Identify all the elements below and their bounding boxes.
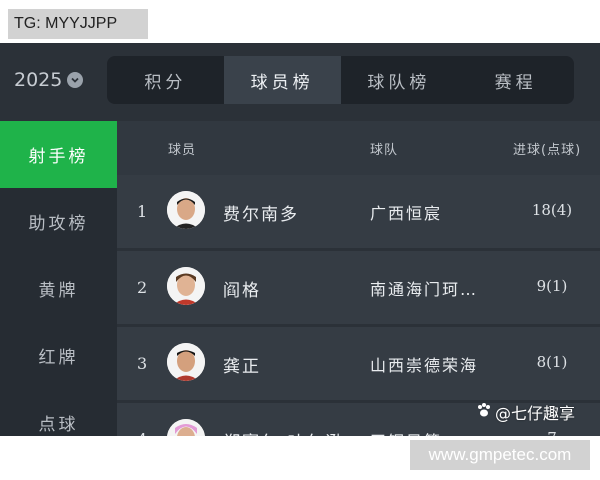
table-row[interactable]: 1 费尔南多 广西恒宸 18(4): [117, 175, 600, 251]
table-header: 球员 球队 进球(点球): [117, 121, 600, 175]
column-header-goals: 进球(点球): [513, 143, 582, 158]
avatar: [167, 419, 205, 436]
sidebar-item-yellow-cards[interactable]: 黄牌: [0, 255, 117, 322]
tab-standings[interactable]: 积分: [107, 56, 224, 104]
player-name: 龚正: [223, 357, 261, 377]
paw-icon: [476, 402, 492, 422]
sidebar-item-red-cards[interactable]: 红牌: [0, 322, 117, 389]
main-tabs: 积分 球员榜 球队榜 赛程: [107, 56, 574, 104]
avatar: [167, 267, 205, 305]
top-bar: 2025 积分 球员榜 球队榜 赛程: [0, 43, 600, 121]
tab-player-rankings[interactable]: 球员榜: [223, 56, 341, 104]
year-label: 2025: [14, 69, 63, 91]
player-team: 天钢风筝: [370, 428, 495, 436]
player-team: 南通海门珂…: [370, 280, 479, 299]
rank-number: 4: [137, 430, 147, 436]
player-team: 广西恒宸: [370, 204, 443, 223]
sidebar-item-penalties[interactable]: 点球: [0, 389, 117, 436]
sidebar-item-assists[interactable]: 助攻榜: [0, 188, 117, 255]
year-selector[interactable]: 2025: [14, 69, 84, 91]
url-label: www.gmpetec.com: [410, 440, 590, 470]
player-name: 阎格: [223, 281, 261, 301]
tab-schedule[interactable]: 赛程: [457, 56, 574, 104]
rank-number: 3: [137, 354, 148, 373]
app-window: 2025 积分 球员榜 球队榜 赛程 射手榜 助攻榜 黄牌 红牌 点球 球员 球…: [0, 43, 600, 436]
goals-count: 8(1): [536, 353, 568, 371]
ranking-table: 球员 球队 进球(点球) 1 费尔南多 广西恒宸 18(4) 2 阎格 南通海门…: [117, 121, 600, 436]
player-name: 费尔南多: [223, 205, 299, 225]
tab-team-rankings[interactable]: 球队榜: [341, 56, 458, 104]
player-name: 郑赛尔·叶尔逊: [223, 428, 344, 436]
table-row[interactable]: 3 龚正 山西崇德荣海 8(1): [117, 327, 600, 403]
avatar: [167, 191, 205, 229]
rank-number: 2: [137, 278, 148, 297]
watermark: @七仔趣享: [476, 400, 575, 424]
chevron-down-icon: [67, 72, 84, 88]
sidebar: 射手榜 助攻榜 黄牌 红牌 点球: [0, 121, 117, 436]
watermark-text: @七仔趣享: [495, 404, 576, 423]
player-team: 山西崇德荣海: [370, 356, 479, 375]
avatar: [167, 343, 205, 381]
sidebar-item-top-scorers[interactable]: 射手榜: [0, 121, 117, 188]
goals-count: 9(1): [536, 277, 568, 295]
rank-number: 1: [137, 202, 148, 221]
column-header-team: 球队: [370, 143, 399, 158]
table-row[interactable]: 2 阎格 南通海门珂… 9(1): [117, 251, 600, 327]
tg-label: TG: MYYJJPP: [8, 9, 148, 39]
column-header-player: 球员: [168, 143, 197, 158]
goals-count: 18(4): [531, 201, 573, 219]
goals-count: 7: [512, 429, 592, 436]
